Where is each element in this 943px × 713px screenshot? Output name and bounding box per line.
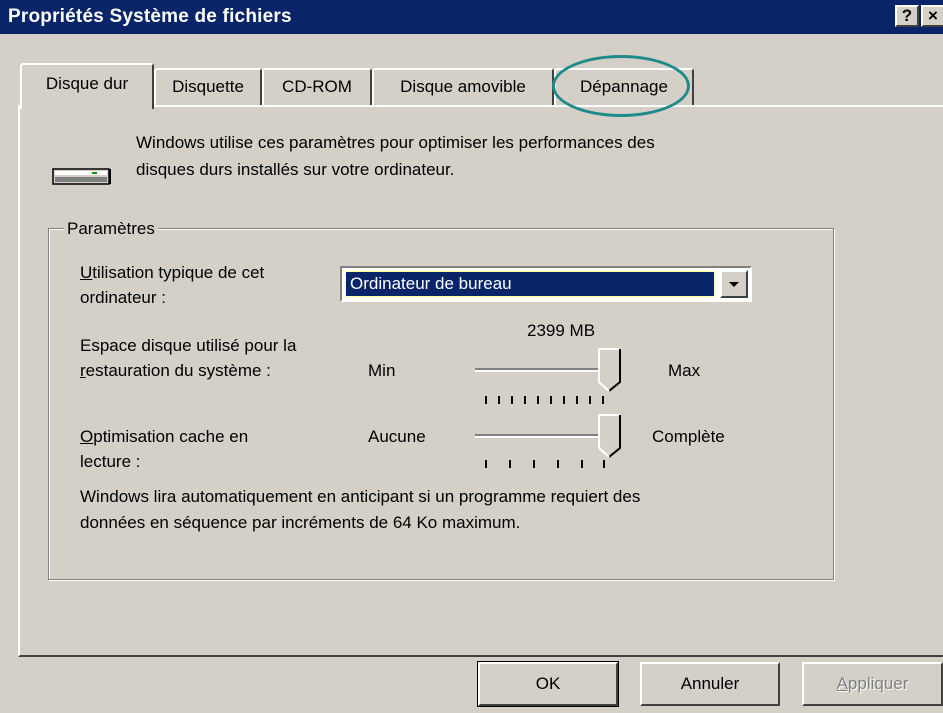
cache-slider-track[interactable] <box>475 434 618 438</box>
parametres-group-label: Paramètres <box>64 218 158 240</box>
cache-slider-ticks <box>485 460 615 468</box>
file-system-properties-window: Propriétés Système de fichiers ? × Disqu… <box>0 0 943 713</box>
apply-button[interactable]: Appliquer <box>802 662 943 706</box>
apply-label: ppliquer <box>847 674 909 693</box>
restore-max-label: Max <box>668 361 701 380</box>
ok-button[interactable]: OK <box>477 661 619 707</box>
restore-size-value: 2399 MB <box>527 321 596 340</box>
tab-disque-amovible[interactable]: Disque amovible <box>372 68 554 106</box>
cache-label-line2: lecture : <box>80 452 141 471</box>
dropdown-button[interactable] <box>720 270 748 298</box>
cache-note-line2: données en séquence par incréments de 64… <box>80 513 521 532</box>
tab-depannage[interactable]: Dépannage <box>554 68 694 106</box>
cancel-button[interactable]: Annuler <box>640 662 780 706</box>
cache-note-line1: Windows lira automatiquement en anticipa… <box>80 487 641 506</box>
tab-disquette[interactable]: Disquette <box>154 68 262 106</box>
restore-label-line1: Espace disque utilisé pour la <box>80 336 297 355</box>
hard-drive-icon <box>52 168 111 185</box>
usage-select-value: Ordinateur de bureau <box>345 271 715 297</box>
tab-disque-dur[interactable]: Disque dur <box>20 63 154 109</box>
intro-text-line1: Windows utilise ces paramètres pour opti… <box>136 133 655 152</box>
restore-slider-thumb[interactable] <box>598 348 624 392</box>
usage-label: Utilisation typique de cet <box>80 263 265 282</box>
restore-slider-track[interactable] <box>475 368 618 372</box>
intro-text-line2: disques durs installés sur votre ordinat… <box>136 160 455 179</box>
usage-label-line2: ordinateur : <box>80 288 166 307</box>
window-title: Propriétés Système de fichiers <box>8 6 292 27</box>
tab-cd-rom[interactable]: CD-ROM <box>262 68 372 106</box>
chevron-down-icon <box>729 282 739 287</box>
cache-max-label: Complète <box>652 427 725 446</box>
restore-label-line2: restauration du système : <box>80 361 271 380</box>
cache-min-label: Aucune <box>368 427 426 446</box>
restore-slider-ticks <box>485 396 615 404</box>
title-bar[interactable]: Propriétés Système de fichiers ? × <box>0 0 943 34</box>
cache-label-line1: Optimisation cache en <box>80 427 249 446</box>
restore-min-label: Min <box>368 361 396 380</box>
usage-select[interactable]: Ordinateur de bureau <box>340 266 752 302</box>
cache-slider-thumb[interactable] <box>598 414 624 458</box>
help-button[interactable]: ? <box>895 5 919 27</box>
close-button[interactable]: × <box>921 5 943 27</box>
